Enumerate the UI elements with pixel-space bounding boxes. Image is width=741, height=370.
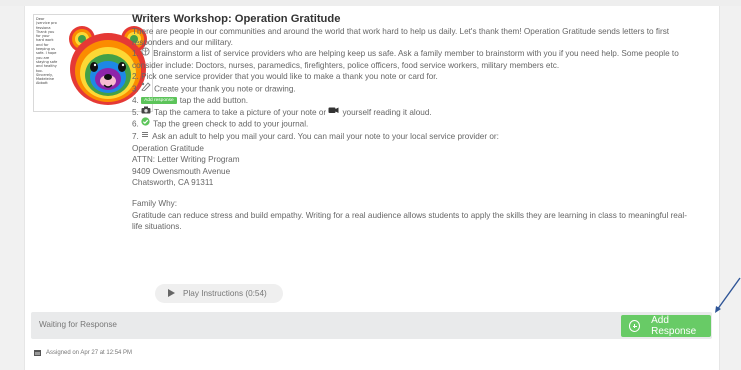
step-1: 1. Brainstorm a list of service provider…	[132, 47, 687, 71]
family-why-label: Family Why:	[132, 199, 178, 208]
arrow-pointer-annotation	[715, 277, 741, 313]
activity-content: Writers Workshop: Operation Gratitude Th…	[132, 12, 687, 232]
add-response-badge: Add response	[141, 96, 177, 104]
step-5: 5. Tap the camera to take a picture of y…	[132, 106, 432, 118]
address-line-3: 9409 Owensmouth Avenue	[132, 166, 231, 176]
brain-icon	[141, 47, 150, 59]
calendar-icon	[34, 350, 41, 356]
address-line-4: Chatsworth, CA 91311	[132, 178, 214, 188]
step-4: 4. Add response tap the add button.	[132, 96, 249, 106]
family-why-text: Gratitude can reduce stress and build em…	[132, 210, 687, 231]
video-camera-icon	[328, 106, 339, 118]
activity-intro: There are people in our communities and …	[132, 27, 670, 47]
play-instructions-label: Play Instructions (0:54)	[183, 289, 267, 298]
response-status-bar: Waiting for Response	[31, 312, 712, 339]
activity-title: Writers Workshop: Operation Gratitude	[132, 13, 341, 25]
camera-icon	[141, 106, 151, 118]
address-line-1: Operation Gratitude	[132, 143, 204, 153]
step-2: 2. Pick one service provider that you wo…	[132, 72, 438, 81]
step-3: 3. Create your thank you note or drawing…	[132, 81, 687, 96]
thumbnail-letter-text: Dear (service pro fessiona Thank you for…	[36, 17, 58, 86]
add-response-button[interactable]: Add Response	[621, 315, 711, 337]
play-instructions-button[interactable]: Play Instructions (0:54)	[155, 284, 283, 303]
plus-circle-icon	[629, 320, 641, 332]
menu-lines-icon	[141, 130, 149, 142]
assigned-text: Assigned on Apr 27 at 12:54 PM	[46, 350, 133, 356]
play-icon	[168, 289, 175, 297]
address-line-2: ATTN: Letter Writing Program	[132, 155, 240, 165]
step-7: 7. Ask an adult to help you mail your ca…	[132, 130, 499, 142]
add-response-label: Add Response	[651, 315, 697, 337]
assigned-date: Assigned on Apr 27 at 12:54 PM	[34, 350, 132, 356]
status-text: Waiting for Response	[39, 320, 117, 329]
green-check-icon	[141, 117, 150, 130]
step-6: 6. Tap the green check to add to your jo…	[132, 117, 687, 131]
art-icon	[141, 81, 151, 95]
